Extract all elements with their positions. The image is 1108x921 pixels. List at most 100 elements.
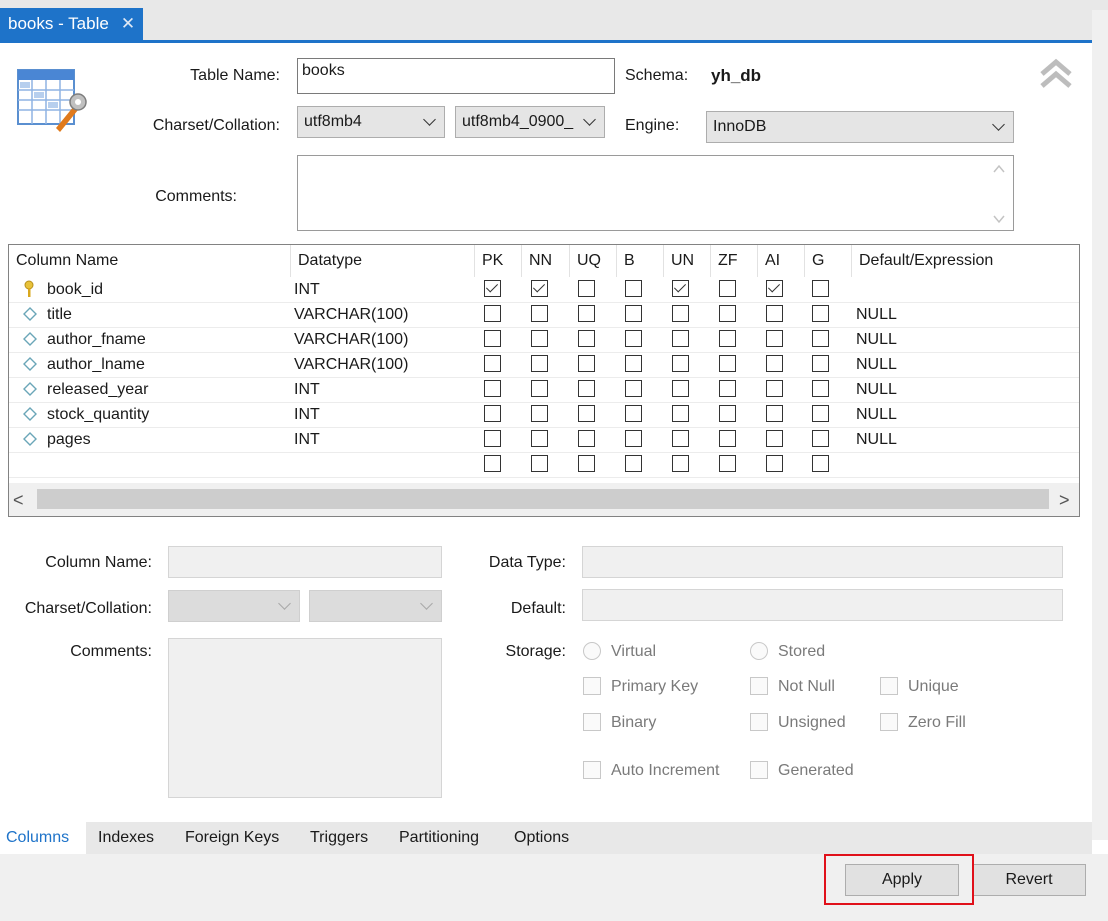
- nn-checkbox[interactable]: [531, 330, 548, 347]
- close-tab-icon[interactable]: ✕: [121, 14, 135, 34]
- datatype-cell[interactable]: VARCHAR(100): [294, 327, 408, 352]
- table-row[interactable]: author_lname VARCHAR(100) NULL: [9, 352, 1079, 378]
- pk-checkbox[interactable]: [484, 430, 501, 447]
- table-row[interactable]: pages INT NULL: [9, 427, 1079, 453]
- column-name-cell[interactable]: author_lname: [47, 352, 145, 377]
- header-un[interactable]: UN: [664, 245, 711, 277]
- header-b[interactable]: B: [617, 245, 664, 277]
- table-row[interactable]: released_year INT NULL: [9, 377, 1079, 403]
- zf-checkbox[interactable]: [719, 355, 736, 372]
- generated-checkbox[interactable]: [750, 761, 768, 779]
- un-checkbox[interactable]: [672, 380, 689, 397]
- column-charset-select[interactable]: [168, 590, 300, 622]
- primary-key-checkbox[interactable]: [583, 677, 601, 695]
- tab-options[interactable]: Options: [508, 822, 575, 854]
- columns-grid[interactable]: Column Name Datatype PK NN UQ B UN ZF AI…: [8, 244, 1080, 517]
- table-row[interactable]: book_id INT: [9, 277, 1079, 303]
- datatype-cell[interactable]: VARCHAR(100): [294, 302, 408, 327]
- default-input[interactable]: [582, 589, 1063, 621]
- not-null-checkbox[interactable]: [750, 677, 768, 695]
- tab-partitioning[interactable]: Partitioning: [393, 822, 485, 854]
- pk-checkbox[interactable]: [484, 455, 501, 472]
- g-checkbox[interactable]: [812, 330, 829, 347]
- g-checkbox[interactable]: [812, 405, 829, 422]
- document-tab-books-table[interactable]: books - Table ✕: [0, 8, 144, 40]
- table-row[interactable]: author_fname VARCHAR(100) NULL: [9, 327, 1079, 353]
- zf-checkbox[interactable]: [719, 430, 736, 447]
- pk-checkbox[interactable]: [484, 280, 501, 297]
- zero-fill-checkbox[interactable]: [880, 713, 898, 731]
- column-name-cell[interactable]: pages: [47, 427, 91, 452]
- b-checkbox[interactable]: [625, 330, 642, 347]
- nn-checkbox[interactable]: [531, 380, 548, 397]
- horizontal-scrollbar[interactable]: < >: [9, 483, 1079, 516]
- column-name-cell[interactable]: released_year: [47, 377, 148, 402]
- ai-checkbox[interactable]: [766, 430, 783, 447]
- uq-checkbox[interactable]: [578, 430, 595, 447]
- scroll-right-icon[interactable]: >: [1059, 490, 1070, 511]
- un-checkbox[interactable]: [672, 305, 689, 322]
- un-checkbox[interactable]: [672, 455, 689, 472]
- double-chevron-up-icon[interactable]: [1038, 56, 1074, 92]
- header-ai[interactable]: AI: [758, 245, 805, 277]
- binary-checkbox[interactable]: [583, 713, 601, 731]
- default-cell[interactable]: NULL: [856, 302, 897, 327]
- header-zf[interactable]: ZF: [711, 245, 758, 277]
- un-checkbox[interactable]: [672, 405, 689, 422]
- datatype-cell[interactable]: INT: [294, 377, 320, 402]
- tab-foreign-keys[interactable]: Foreign Keys: [179, 822, 285, 854]
- un-checkbox[interactable]: [672, 355, 689, 372]
- nn-checkbox[interactable]: [531, 280, 548, 297]
- column-name-cell[interactable]: book_id: [47, 277, 103, 302]
- b-checkbox[interactable]: [625, 455, 642, 472]
- column-name-cell[interactable]: author_fname: [47, 327, 146, 352]
- scrollbar-thumb[interactable]: [37, 489, 1049, 509]
- b-checkbox[interactable]: [625, 380, 642, 397]
- default-cell[interactable]: NULL: [856, 427, 897, 452]
- header-default-expression[interactable]: Default/Expression: [852, 245, 1079, 277]
- uq-checkbox[interactable]: [578, 305, 595, 322]
- g-checkbox[interactable]: [812, 355, 829, 372]
- scroll-left-icon[interactable]: <: [13, 490, 24, 511]
- header-uq[interactable]: UQ: [570, 245, 617, 277]
- zf-checkbox[interactable]: [719, 380, 736, 397]
- tab-triggers[interactable]: Triggers: [304, 822, 374, 854]
- g-checkbox[interactable]: [812, 455, 829, 472]
- uq-checkbox[interactable]: [578, 380, 595, 397]
- table-row[interactable]: title VARCHAR(100) NULL: [9, 302, 1079, 328]
- default-cell[interactable]: NULL: [856, 327, 897, 352]
- b-checkbox[interactable]: [625, 430, 642, 447]
- pk-checkbox[interactable]: [484, 330, 501, 347]
- ai-checkbox[interactable]: [766, 280, 783, 297]
- collation-select[interactable]: utf8mb4_0900_: [455, 106, 605, 138]
- ai-checkbox[interactable]: [766, 455, 783, 472]
- pk-checkbox[interactable]: [484, 305, 501, 322]
- auto-increment-checkbox[interactable]: [583, 761, 601, 779]
- pk-checkbox[interactable]: [484, 355, 501, 372]
- zf-checkbox[interactable]: [719, 305, 736, 322]
- column-name-cell[interactable]: stock_quantity: [47, 402, 149, 427]
- column-name-cell[interactable]: title: [47, 302, 72, 327]
- zf-checkbox[interactable]: [719, 405, 736, 422]
- ai-checkbox[interactable]: [766, 305, 783, 322]
- uq-checkbox[interactable]: [578, 405, 595, 422]
- g-checkbox[interactable]: [812, 430, 829, 447]
- ai-checkbox[interactable]: [766, 380, 783, 397]
- zf-checkbox[interactable]: [719, 280, 736, 297]
- header-column-name[interactable]: Column Name: [9, 245, 291, 277]
- nn-checkbox[interactable]: [531, 355, 548, 372]
- datatype-cell[interactable]: INT: [294, 277, 320, 302]
- comments-textarea[interactable]: [297, 155, 1014, 231]
- ai-checkbox[interactable]: [766, 355, 783, 372]
- table-name-input[interactable]: books: [297, 58, 615, 94]
- b-checkbox[interactable]: [625, 280, 642, 297]
- header-pk[interactable]: PK: [475, 245, 522, 277]
- virtual-radio[interactable]: [583, 642, 601, 660]
- stored-radio[interactable]: [750, 642, 768, 660]
- tab-columns[interactable]: Columns: [0, 822, 86, 854]
- tab-indexes[interactable]: Indexes: [92, 822, 160, 854]
- uq-checkbox[interactable]: [578, 455, 595, 472]
- charset-select[interactable]: utf8mb4: [297, 106, 445, 138]
- default-cell[interactable]: NULL: [856, 377, 897, 402]
- g-checkbox[interactable]: [812, 280, 829, 297]
